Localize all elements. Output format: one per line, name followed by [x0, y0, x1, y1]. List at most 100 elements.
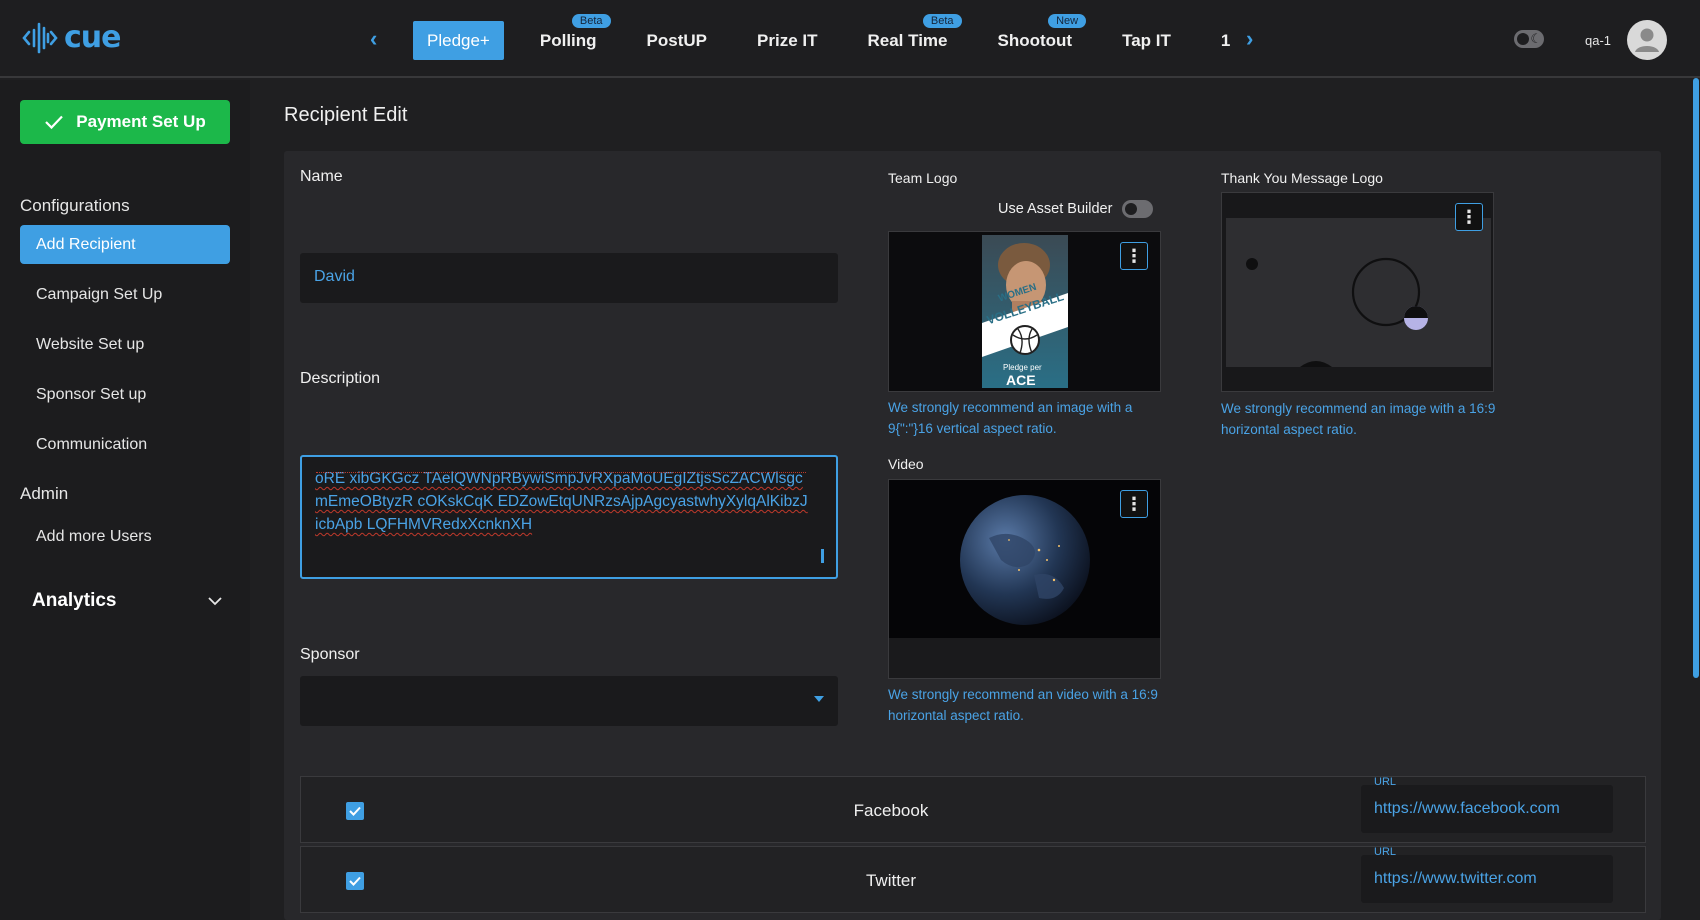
logo-text: cue: [64, 20, 121, 55]
kebab-menu-icon: ⋮: [1125, 493, 1143, 514]
tab-shootout[interactable]: Shootout New: [984, 14, 1087, 60]
checkmark-icon: [45, 115, 64, 130]
thank-you-logo-label: Thank You Message Logo: [1221, 170, 1383, 186]
tab-label: PostUP: [646, 30, 708, 50]
cue-logo[interactable]: cue: [22, 20, 121, 55]
video-menu-button[interactable]: ⋮: [1120, 490, 1148, 518]
video-preview: ⋮: [888, 479, 1161, 679]
video-hint: We strongly recommend an video with a 16…: [888, 687, 1158, 723]
description-label: Description: [300, 370, 381, 387]
tab-label: Pledge+: [427, 30, 490, 50]
sidebar-item-add-recipient[interactable]: Add Recipient: [20, 225, 230, 264]
facebook-checkbox[interactable]: [346, 802, 364, 820]
nav-prev-icon[interactable]: ‹: [370, 26, 377, 52]
kebab-menu-icon: ⋮: [1125, 245, 1143, 266]
top-navigation-bar: cue ‹ Pledge+ Polling Beta PostUP Prize I…: [0, 0, 1700, 78]
tab-tap-it[interactable]: Tap IT: [1108, 21, 1185, 60]
beta-badge: Beta: [571, 14, 611, 28]
page-scrollbar[interactable]: [1693, 78, 1699, 678]
tab-label: Polling: [539, 30, 597, 50]
sidebar-item-communication[interactable]: Communication: [20, 425, 230, 464]
sidebar-item-label: Add Recipient: [36, 235, 136, 253]
checkbox-check-icon: [349, 806, 361, 816]
toggle-knob: [1125, 203, 1137, 215]
social-name: Facebook: [853, 801, 929, 820]
product-tabs: Pledge+ Polling Beta PostUP Prize IT Real…: [413, 14, 1240, 60]
analytics-label: Analytics: [32, 590, 117, 611]
use-asset-builder-label: Use Asset Builder: [998, 201, 1113, 217]
tab-overflow[interactable]: 1: [1207, 21, 1236, 60]
tab-pledge-plus[interactable]: Pledge+: [413, 21, 504, 60]
beta-badge: Beta: [922, 14, 962, 28]
use-asset-builder-toggle[interactable]: [1122, 200, 1153, 218]
kebab-menu-icon: ⋮: [1460, 206, 1478, 227]
team-logo-label: Team Logo: [888, 170, 958, 186]
sidebar-item-label: Add more Users: [36, 527, 152, 545]
sponsor-label: Sponsor: [300, 646, 360, 663]
team-logo-preview: WOMEN VOLLEYBALL Pledge per ACE ⋮: [888, 231, 1161, 392]
sidebar-item-campaign-setup[interactable]: Campaign Set Up: [20, 275, 230, 314]
twitter-checkbox[interactable]: [346, 872, 364, 890]
twitter-url-field[interactable]: URL https://www.twitter.com: [1361, 846, 1613, 903]
poster-text-ace: ACE: [1006, 372, 1036, 388]
textarea-scrollbar[interactable]: [821, 549, 824, 563]
tab-prize-it[interactable]: Prize IT: [743, 21, 831, 60]
social-row-facebook: Facebook URL https://www.facebook.com: [300, 776, 1646, 843]
toggle-knob: [1517, 33, 1529, 45]
team-logo-menu-button[interactable]: ⋮: [1120, 242, 1148, 270]
new-badge: New: [1048, 14, 1087, 28]
tab-postup[interactable]: PostUP: [633, 21, 721, 60]
nav-next-icon[interactable]: ›: [1246, 26, 1253, 52]
name-field[interactable]: David: [300, 253, 838, 303]
sidebar-item-website-setup[interactable]: Website Set up: [20, 325, 230, 364]
configurations-heading: Configurations: [20, 196, 130, 215]
poster-text-pledge-per: Pledge per: [1003, 363, 1042, 372]
spellcheck-line: [316, 472, 806, 473]
description-value: oRE xibGKGcz TAelQWNpRBywiSmpJvRXpaMoUEg…: [315, 470, 808, 533]
thank-you-logo-menu-button[interactable]: ⋮: [1455, 203, 1483, 231]
url-value: https://www.facebook.com: [1374, 800, 1560, 817]
theme-toggle[interactable]: ☾: [1514, 30, 1544, 48]
team-logo-hint: We strongly recommend an image with a 9{…: [888, 400, 1133, 436]
tab-label: Shootout: [997, 30, 1073, 50]
sidebar-item-label: Sponsor Set up: [36, 385, 147, 403]
tab-polling[interactable]: Polling Beta: [526, 14, 611, 60]
tab-label: Tap IT: [1122, 30, 1171, 50]
url-value: https://www.twitter.com: [1374, 870, 1537, 887]
sponsor-select[interactable]: [300, 676, 838, 726]
social-name: Twitter: [865, 871, 917, 890]
avatar[interactable]: [1627, 20, 1667, 60]
page-title: Recipient Edit: [284, 104, 408, 126]
payment-setup-label: Payment Set Up: [76, 112, 206, 131]
sidebar: Payment Set Up Configurations Add Recipi…: [0, 80, 250, 920]
user-name: qa-1: [1585, 33, 1612, 48]
user-avatar-icon: [1635, 28, 1659, 52]
video-label: Video: [888, 456, 924, 472]
thank-you-logo-preview: ⋮: [1221, 192, 1494, 392]
checkbox-check-icon: [349, 876, 361, 886]
caret-down-icon: [814, 696, 824, 702]
sidebar-item-label: Website Set up: [36, 335, 145, 353]
facebook-url-field[interactable]: URL https://www.facebook.com: [1361, 776, 1613, 833]
payment-setup-button[interactable]: Payment Set Up: [20, 100, 230, 144]
chevron-down-icon: [208, 597, 222, 606]
analytics-section-toggle[interactable]: Analytics: [32, 590, 222, 612]
social-row-twitter: Twitter URL https://www.twitter.com: [300, 846, 1646, 913]
url-label: URL: [1374, 846, 1397, 858]
name-value: David: [314, 268, 355, 285]
tab-label: Prize IT: [757, 30, 818, 50]
soundwave-logo-icon: [22, 22, 58, 53]
tab-label: 1: [1220, 30, 1231, 50]
sidebar-item-sponsor-setup[interactable]: Sponsor Set up: [20, 375, 230, 414]
sidebar-item-add-more-users[interactable]: Add more Users: [20, 517, 230, 556]
url-label: URL: [1374, 776, 1397, 788]
sidebar-item-label: Communication: [36, 435, 148, 453]
tab-real-time[interactable]: Real Time Beta: [853, 14, 962, 60]
moon-icon: ☾: [1530, 31, 1542, 46]
description-textarea[interactable]: oRE xibGKGcz TAelQWNpRBywiSmpJvRXpaMoUEg…: [300, 455, 838, 579]
thank-you-logo-hint: We strongly recommend an image with a 16…: [1221, 401, 1496, 437]
tab-label: Real Time: [867, 30, 948, 50]
name-label: Name: [300, 168, 343, 185]
sidebar-item-label: Campaign Set Up: [36, 285, 163, 303]
admin-heading: Admin: [20, 484, 69, 503]
